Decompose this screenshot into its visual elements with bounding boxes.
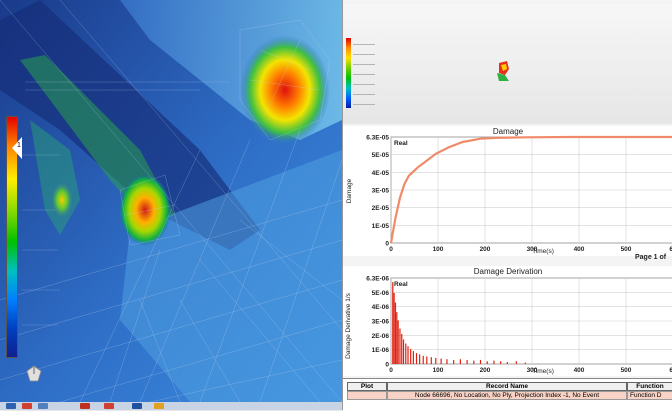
taskbar-app-icon[interactable] [22,403,32,409]
legend-tick [353,84,375,85]
thumbnail-viewport[interactable] [343,4,672,124]
damage-y-tick-label: 3E-05 [372,188,390,195]
legend-tick [353,44,375,45]
legend-tick [353,104,375,105]
legend-tick [353,54,375,55]
damage-x-tick-label: 100 [433,246,444,253]
damage-x-tick-label: 0 [389,246,393,253]
damage-y-tick-label: 6.3E-05 [366,135,389,142]
derivative-y-tick-label: 5E-06 [372,290,390,297]
damage-y-axis-label: Damage [346,178,353,203]
damage-x-tick-label: 200 [480,246,491,253]
derivative-chart-title: Damage Derivation [474,267,542,276]
derivative-x-tick-label: 300 [527,367,538,374]
page-indicator: Page 1 of [635,254,667,261]
damage-chart-title: Damage [493,127,524,136]
damage-y-tick-label: 1E-05 [372,223,390,230]
legend-tick [353,74,375,75]
taskbar-app-icon[interactable] [38,403,48,409]
derivative-x-tick-label: 400 [574,367,585,374]
table-header-function[interactable]: Function [627,382,672,391]
thumbnail-legend [346,38,351,108]
derivative-x-tick-label: 500 [621,367,632,374]
damage-chart[interactable]: Damage Damage Time(s) 6.3E-05 5E-05 4E-05 3… [343,126,672,256]
derivative-y-axis-label: Damage Derivative 1/s [345,292,352,358]
results-panel: Damage Damage Time(s) 6.3E-05 5E-05 4E-05 3… [342,0,672,411]
derivative-y-tick-label: 2E-06 [372,333,390,340]
taskbar-app-icon[interactable] [104,403,114,409]
derivative-chart-svg: Damage Derivation Damage Derivative 1/s … [345,267,672,375]
damage-y-tick-label: 4E-05 [372,170,390,177]
derivative-x-tick-label: 200 [480,367,491,374]
damage-chart-svg: Damage Damage Time(s) 6.3E-055E-054E-053… [346,127,672,255]
table-cell-record-name[interactable]: Node 66696, No Location, No Ply, Project… [387,391,627,400]
damage-series-label: Real [394,140,408,147]
derivative-series-label: Real [394,281,408,288]
table-cell-plot[interactable] [347,391,387,400]
taskbar-app-icon[interactable] [80,403,90,409]
taskbar-app-icon[interactable] [132,403,142,409]
legend-tick [353,64,375,65]
derivative-y-tick-label: 3E-06 [372,319,390,326]
derivative-x-tick-label: 100 [433,367,444,374]
derivative-y-tick-label: 4E-06 [372,304,390,311]
damage-x-tick-label: 400 [574,246,585,253]
legend-marker-label: 1 [17,142,21,149]
damage-x-tick-label: 500 [621,246,632,253]
derivative-chart[interactable]: Damage Derivation Damage Derivative 1/s … [343,266,672,376]
damage-plot-area: 6.3E-055E-054E-053E-052E-051E-0500 100 200… [366,135,672,253]
taskbar-app-icon[interactable] [6,403,16,409]
table-header-plot[interactable]: Plot [347,382,387,391]
table-cell-function[interactable]: Function D [627,391,672,400]
derivative-plot-area: 6.3E-065E-064E-063E-062E-061E-0600 100 200… [366,276,672,374]
derivative-y-tick-label: 1E-06 [372,347,390,354]
damage-y-tick-label: 5E-05 [372,152,390,159]
view-triad-icon[interactable] [25,365,43,383]
damage-x-tick-label: 300 [527,246,538,253]
thumbnail-model-icon[interactable] [493,59,513,83]
legend-tick [353,94,375,95]
table-header-record-name[interactable]: Record Name [387,382,627,391]
results-table: Plot Record Name Function Node 66696, No… [343,378,672,411]
model-viewport[interactable] [0,0,342,402]
taskbar-app-icon[interactable] [154,403,164,409]
taskbar [0,402,342,410]
damage-y-tick-label: 2E-05 [372,205,390,212]
derivative-x-tick-label: 0 [389,367,393,374]
derivative-y-tick-label: 6.3E-06 [366,276,389,283]
